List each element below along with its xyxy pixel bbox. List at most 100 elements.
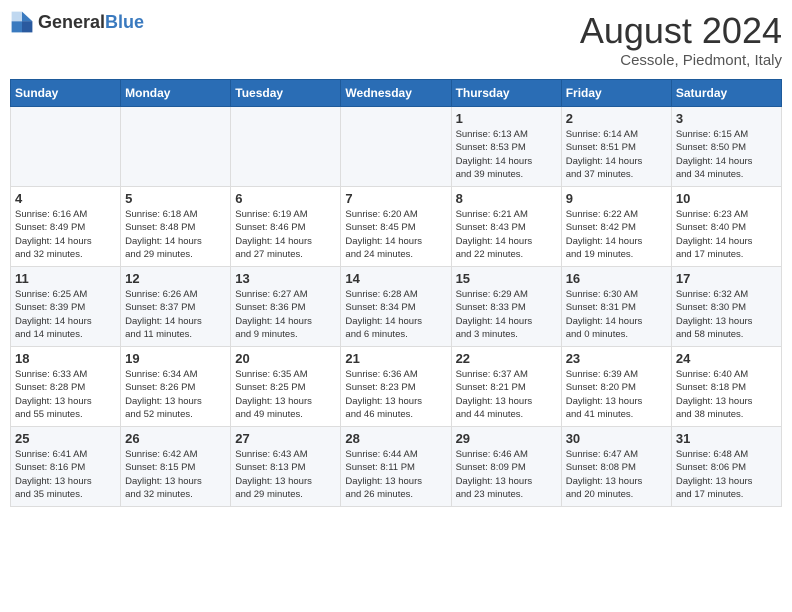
day-cell <box>11 107 121 187</box>
day-number: 13 <box>235 271 336 286</box>
day-cell: 29 Sunrise: 6:46 AM Sunset: 8:09 PM Dayli… <box>451 427 561 507</box>
day-cell: 10Sunrise: 6:23 AM Sunset: 8:40 PM Dayli… <box>671 187 781 267</box>
day-number: 9 <box>566 191 667 206</box>
day-info: Sunrise: 6:18 AM Sunset: 8:48 PM Dayligh… <box>125 208 226 261</box>
header-row: SundayMondayTuesdayWednesdayThursdayFrid… <box>11 80 782 107</box>
day-info: Sunrise: 6:29 AM Sunset: 8:33 PM Dayligh… <box>456 288 557 341</box>
day-info: Sunrise: 6:28 AM Sunset: 8:34 PM Dayligh… <box>345 288 446 341</box>
day-cell: 9 Sunrise: 6:22 AM Sunset: 8:42 PM Daylig… <box>561 187 671 267</box>
day-info: Sunrise: 6:33 AM Sunset: 8:28 PM Dayligh… <box>15 368 116 421</box>
day-number: 4 <box>15 191 116 206</box>
day-number: 18 <box>15 351 116 366</box>
calendar-subtitle: Cessole, Piedmont, Italy <box>580 52 782 69</box>
logo-general: General <box>38 12 105 32</box>
day-number: 21 <box>345 351 446 366</box>
day-cell <box>341 107 451 187</box>
day-info: Sunrise: 6:34 AM Sunset: 8:26 PM Dayligh… <box>125 368 226 421</box>
header-cell-wednesday: Wednesday <box>341 80 451 107</box>
day-cell: 5Sunrise: 6:18 AM Sunset: 8:48 PM Daylig… <box>121 187 231 267</box>
day-info: Sunrise: 6:43 AM Sunset: 8:13 PM Dayligh… <box>235 448 336 501</box>
day-cell: 13 Sunrise: 6:27 AM Sunset: 8:36 PM Dayli… <box>231 267 341 347</box>
day-info: Sunrise: 6:26 AM Sunset: 8:37 PM Dayligh… <box>125 288 226 341</box>
logo-text: GeneralBlue <box>38 12 144 33</box>
header-cell-monday: Monday <box>121 80 231 107</box>
day-info: Sunrise: 6:37 AM Sunset: 8:21 PM Dayligh… <box>456 368 557 421</box>
week-row-4: 25Sunrise: 6:41 AM Sunset: 8:16 PM Dayli… <box>11 427 782 507</box>
day-info: Sunrise: 6:40 AM Sunset: 8:18 PM Dayligh… <box>676 368 777 421</box>
day-cell: 6Sunrise: 6:19 AM Sunset: 8:46 PM Daylig… <box>231 187 341 267</box>
day-cell: 7 Sunrise: 6:20 AM Sunset: 8:45 PM Daylig… <box>341 187 451 267</box>
day-number: 17 <box>676 271 777 286</box>
day-info: Sunrise: 6:35 AM Sunset: 8:25 PM Dayligh… <box>235 368 336 421</box>
day-info: Sunrise: 6:30 AM Sunset: 8:31 PM Dayligh… <box>566 288 667 341</box>
day-number: 31 <box>676 431 777 446</box>
day-cell: 16 Sunrise: 6:30 AM Sunset: 8:31 PM Dayli… <box>561 267 671 347</box>
day-number: 8 <box>456 191 557 206</box>
logo-icon <box>10 10 34 34</box>
day-info: Sunrise: 6:32 AM Sunset: 8:30 PM Dayligh… <box>676 288 777 341</box>
day-cell: 18 Sunrise: 6:33 AM Sunset: 8:28 PM Dayli… <box>11 347 121 427</box>
calendar-title: August 2024 <box>580 10 782 52</box>
week-row-1: 4Sunrise: 6:16 AM Sunset: 8:49 PM Daylig… <box>11 187 782 267</box>
day-cell: 22 Sunrise: 6:37 AM Sunset: 8:21 PM Dayli… <box>451 347 561 427</box>
day-info: Sunrise: 6:14 AM Sunset: 8:51 PM Dayligh… <box>566 128 667 181</box>
day-cell: 30 Sunrise: 6:47 AM Sunset: 8:08 PM Dayli… <box>561 427 671 507</box>
day-number: 10 <box>676 191 777 206</box>
calendar-header: SundayMondayTuesdayWednesdayThursdayFrid… <box>11 80 782 107</box>
day-info: Sunrise: 6:27 AM Sunset: 8:36 PM Dayligh… <box>235 288 336 341</box>
day-info: Sunrise: 6:21 AM Sunset: 8:43 PM Dayligh… <box>456 208 557 261</box>
day-number: 30 <box>566 431 667 446</box>
day-info: Sunrise: 6:41 AM Sunset: 8:16 PM Dayligh… <box>15 448 116 501</box>
day-info: Sunrise: 6:13 AM Sunset: 8:53 PM Dayligh… <box>456 128 557 181</box>
day-number: 7 <box>345 191 446 206</box>
week-row-0: 1Sunrise: 6:13 AM Sunset: 8:53 PM Daylig… <box>11 107 782 187</box>
day-number: 14 <box>345 271 446 286</box>
day-number: 29 <box>456 431 557 446</box>
day-number: 19 <box>125 351 226 366</box>
day-number: 15 <box>456 271 557 286</box>
day-number: 3 <box>676 111 777 126</box>
day-info: Sunrise: 6:46 AM Sunset: 8:09 PM Dayligh… <box>456 448 557 501</box>
day-number: 11 <box>15 271 116 286</box>
day-cell: 3 Sunrise: 6:15 AM Sunset: 8:50 PM Daylig… <box>671 107 781 187</box>
day-number: 20 <box>235 351 336 366</box>
day-info: Sunrise: 6:15 AM Sunset: 8:50 PM Dayligh… <box>676 128 777 181</box>
day-number: 6 <box>235 191 336 206</box>
day-info: Sunrise: 6:44 AM Sunset: 8:11 PM Dayligh… <box>345 448 446 501</box>
day-info: Sunrise: 6:20 AM Sunset: 8:45 PM Dayligh… <box>345 208 446 261</box>
day-info: Sunrise: 6:42 AM Sunset: 8:15 PM Dayligh… <box>125 448 226 501</box>
day-cell: 24 Sunrise: 6:40 AM Sunset: 8:18 PM Dayli… <box>671 347 781 427</box>
day-cell: 31Sunrise: 6:48 AM Sunset: 8:06 PM Dayli… <box>671 427 781 507</box>
header-cell-tuesday: Tuesday <box>231 80 341 107</box>
day-number: 22 <box>456 351 557 366</box>
day-cell: 1Sunrise: 6:13 AM Sunset: 8:53 PM Daylig… <box>451 107 561 187</box>
logo-blue: Blue <box>105 12 144 32</box>
day-info: Sunrise: 6:22 AM Sunset: 8:42 PM Dayligh… <box>566 208 667 261</box>
day-number: 26 <box>125 431 226 446</box>
day-cell: 8 Sunrise: 6:21 AM Sunset: 8:43 PM Daylig… <box>451 187 561 267</box>
day-number: 2 <box>566 111 667 126</box>
day-cell: 27Sunrise: 6:43 AM Sunset: 8:13 PM Dayli… <box>231 427 341 507</box>
day-info: Sunrise: 6:36 AM Sunset: 8:23 PM Dayligh… <box>345 368 446 421</box>
header-cell-saturday: Saturday <box>671 80 781 107</box>
day-cell: 28Sunrise: 6:44 AM Sunset: 8:11 PM Dayli… <box>341 427 451 507</box>
day-cell: 17 Sunrise: 6:32 AM Sunset: 8:30 PM Dayli… <box>671 267 781 347</box>
logo: GeneralBlue <box>10 10 144 34</box>
day-info: Sunrise: 6:39 AM Sunset: 8:20 PM Dayligh… <box>566 368 667 421</box>
day-info: Sunrise: 6:47 AM Sunset: 8:08 PM Dayligh… <box>566 448 667 501</box>
day-cell <box>231 107 341 187</box>
day-cell: 15 Sunrise: 6:29 AM Sunset: 8:33 PM Dayli… <box>451 267 561 347</box>
day-number: 16 <box>566 271 667 286</box>
day-number: 24 <box>676 351 777 366</box>
page-header: GeneralBlue August 2024 Cessole, Piedmon… <box>10 10 782 69</box>
calendar-body: 1Sunrise: 6:13 AM Sunset: 8:53 PM Daylig… <box>11 107 782 507</box>
day-cell: 12Sunrise: 6:26 AM Sunset: 8:37 PM Dayli… <box>121 267 231 347</box>
day-number: 23 <box>566 351 667 366</box>
day-cell: 11Sunrise: 6:25 AM Sunset: 8:39 PM Dayli… <box>11 267 121 347</box>
day-cell: 14 Sunrise: 6:28 AM Sunset: 8:34 PM Dayli… <box>341 267 451 347</box>
day-cell: 4Sunrise: 6:16 AM Sunset: 8:49 PM Daylig… <box>11 187 121 267</box>
calendar-table: SundayMondayTuesdayWednesdayThursdayFrid… <box>10 79 782 507</box>
header-cell-friday: Friday <box>561 80 671 107</box>
week-row-3: 18 Sunrise: 6:33 AM Sunset: 8:28 PM Dayli… <box>11 347 782 427</box>
day-cell: 25Sunrise: 6:41 AM Sunset: 8:16 PM Dayli… <box>11 427 121 507</box>
